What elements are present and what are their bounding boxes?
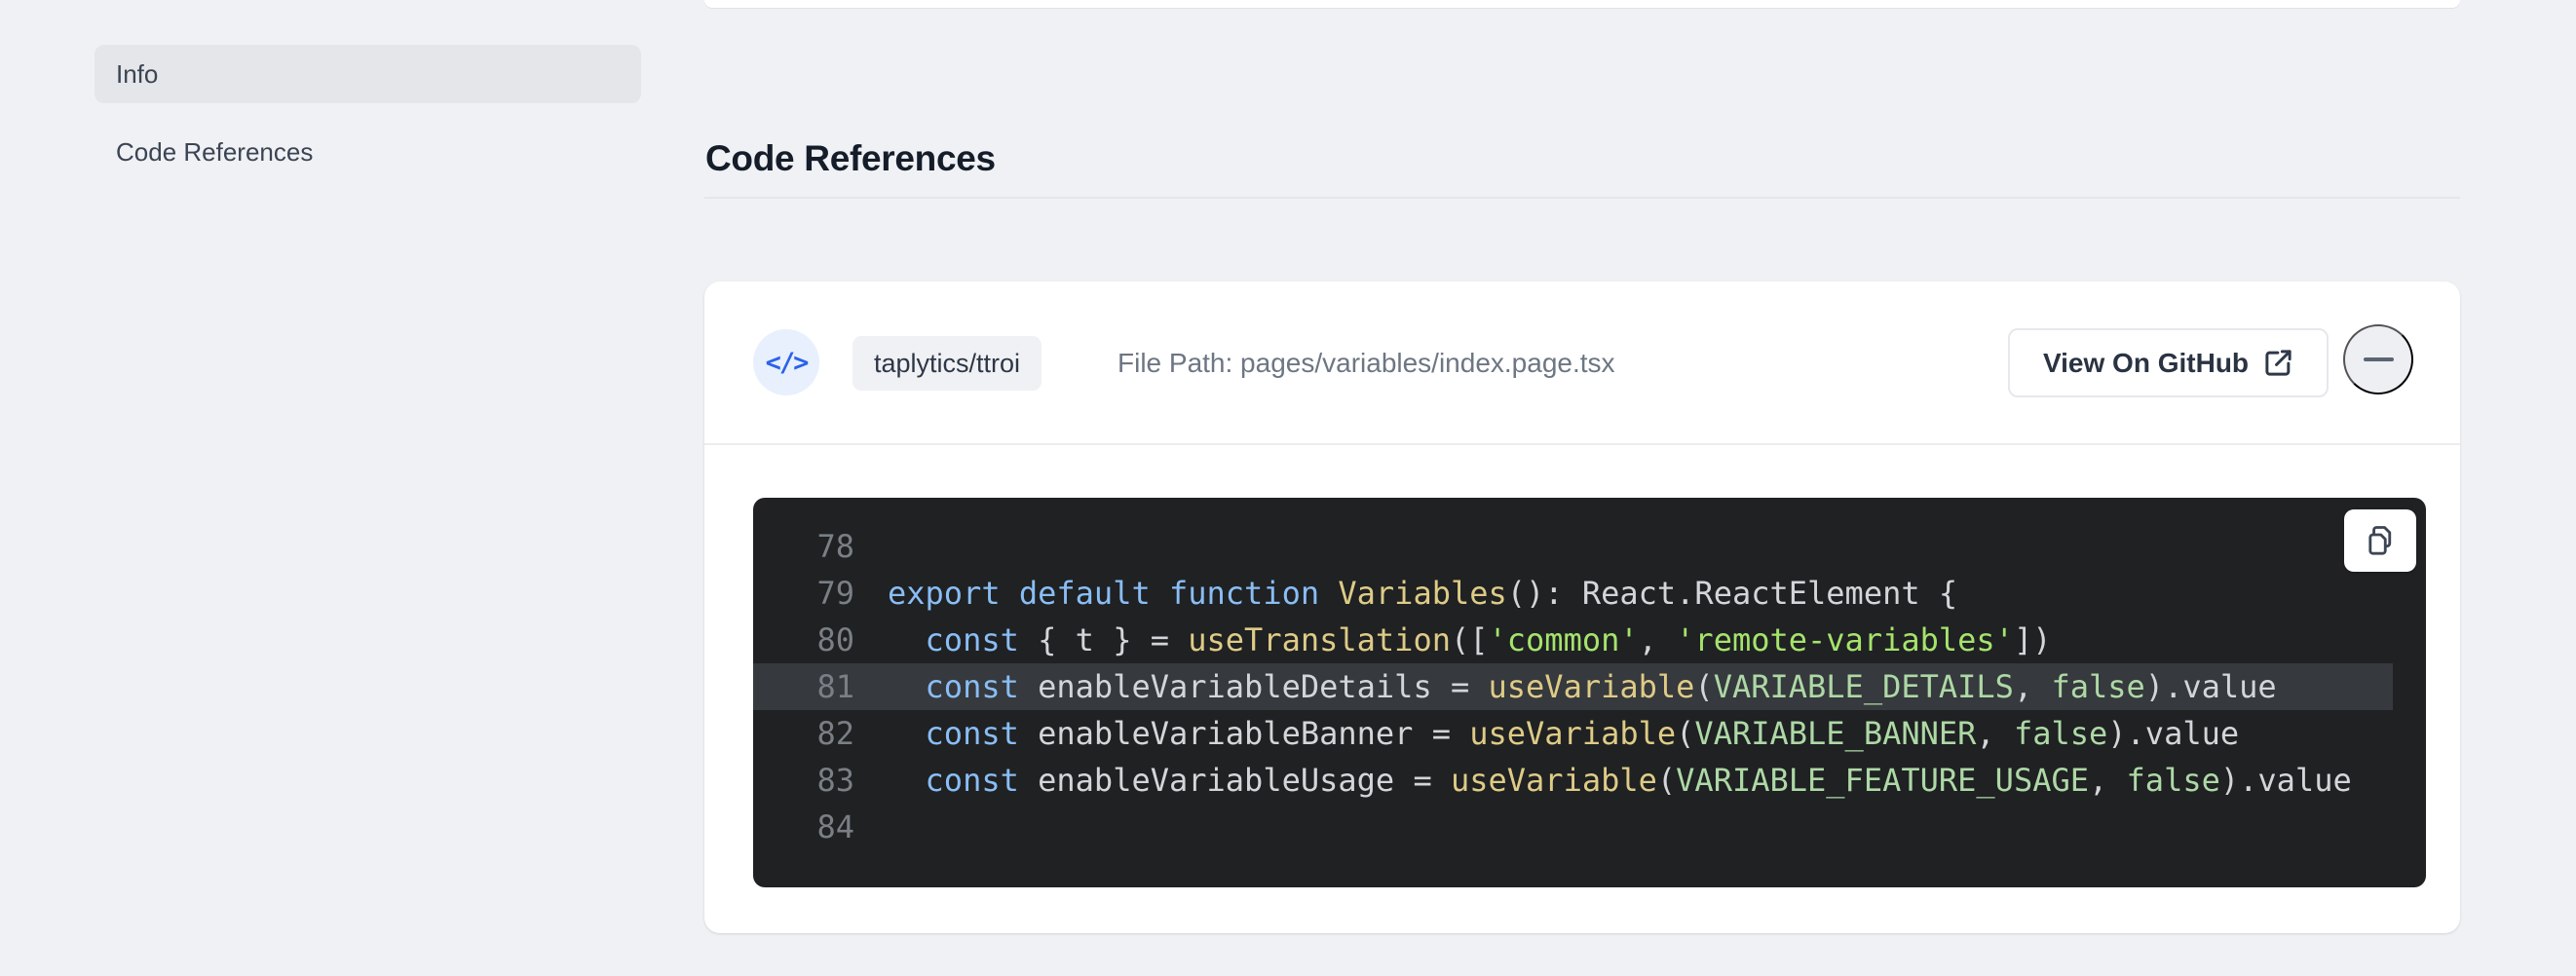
code-line-text: export default function Variables(): Rea… — [854, 570, 1957, 617]
code-line-text: const enableVariableUsage = useVariable(… — [854, 757, 2352, 804]
main-content: Code References </> taplytics/ttroi File… — [704, 0, 2460, 976]
code-line-text: const enableVariableDetails = useVariabl… — [854, 663, 2277, 710]
view-on-github-button[interactable]: View On GitHub — [2008, 328, 2329, 397]
sidebar-item-info[interactable]: Info — [95, 45, 641, 103]
code-line-83: 83 const enableVariableUsage = useVariab… — [753, 757, 2426, 804]
code-reference-card: </> taplytics/ttroi File Path: pages/var… — [704, 282, 2460, 933]
line-number: 83 — [753, 757, 854, 804]
repo-badge: taplytics/ttroi — [852, 336, 1042, 391]
code-references-page: Info Code References Code References </>… — [0, 0, 2576, 976]
sidebar-item-label: Info — [116, 59, 158, 90]
code-line-text: const enableVariableBanner = useVariable… — [854, 710, 2239, 757]
code-line-78: 78 — [753, 523, 2426, 570]
line-number: 78 — [753, 523, 854, 570]
code-line-82: 82 const enableVariableBanner = useVaria… — [753, 710, 2426, 757]
code-icon: </> — [753, 329, 819, 395]
collapse-button[interactable] — [2343, 324, 2413, 394]
copy-icon — [2363, 523, 2398, 558]
previous-card-bottom-edge — [704, 0, 2460, 8]
code-block: 7879export default function Variables():… — [753, 498, 2426, 887]
code-line-79: 79export default function Variables(): R… — [753, 570, 2426, 617]
divider — [704, 443, 2460, 445]
sidebar-item-code-references[interactable]: Code References — [95, 123, 641, 181]
code-icon-glyph: </> — [766, 348, 808, 378]
code-line-text: const { t } = useTranslation(['common', … — [854, 617, 2051, 663]
repo-badge-label: taplytics/ttroi — [874, 349, 1020, 379]
view-on-github-label: View On GitHub — [2043, 348, 2249, 379]
code-line-text — [854, 523, 888, 570]
divider — [704, 197, 2460, 199]
copy-code-button[interactable] — [2344, 509, 2416, 572]
line-number: 84 — [753, 804, 854, 850]
line-number: 81 — [753, 663, 854, 710]
sidebar-item-label: Code References — [116, 137, 313, 168]
external-link-icon — [2263, 348, 2293, 378]
line-number: 80 — [753, 617, 854, 663]
line-number: 79 — [753, 570, 854, 617]
code-line-81: 81 const enableVariableDetails = useVari… — [753, 663, 2393, 710]
page-title: Code References — [705, 137, 996, 180]
code-line-84: 84 — [753, 804, 2426, 850]
file-path-label: File Path: pages/variables/index.page.ts… — [1118, 336, 1615, 391]
code-line-text — [854, 804, 888, 850]
minus-icon — [2364, 357, 2394, 361]
line-number: 82 — [753, 710, 854, 757]
code-line-80: 80 const { t } = useTranslation(['common… — [753, 617, 2426, 663]
